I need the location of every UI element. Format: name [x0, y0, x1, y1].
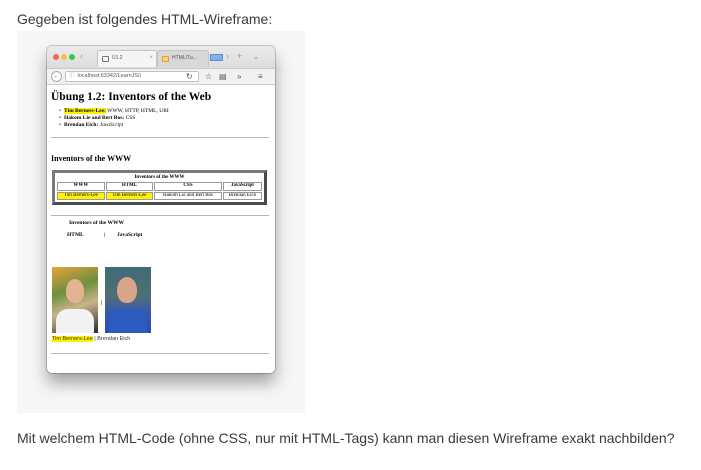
list-item-name: Tim Berners-Lee: — [64, 108, 106, 114]
hamburger-menu-icon[interactable]: ≡ — [258, 71, 263, 82]
table-cell: Tim Berners-Lee — [57, 191, 105, 201]
intro-text: Gegeben ist folgendes HTML-Wireframe: — [17, 11, 273, 27]
gallery-separator: | — [104, 232, 106, 239]
list-item-desc: WWW, HTTP, HTML, URI — [105, 108, 169, 114]
gallery-headings: HTML | JavaScript — [51, 229, 269, 243]
address-text: localhost:63342/LearnJS/i — [77, 73, 141, 79]
tab-menu-icon[interactable]: ⌄ — [252, 50, 260, 62]
table-cell: Brendan Eich — [222, 191, 262, 201]
tab-uebung[interactable]: Ü1.2 × — [97, 50, 157, 67]
list-item: Tim Berners-Lee: WWW, HTTP, HTML, URI — [59, 108, 269, 115]
page-title: Übung 1.2: Inventors of the Web — [51, 91, 212, 103]
info-icon[interactable]: ⓘ — [69, 73, 75, 79]
table-header: WWW — [57, 182, 105, 191]
table-caption: Inventors of the WWW — [134, 175, 185, 181]
table-header: HTML — [105, 182, 154, 191]
caption-brendan-eich: Brendan Eich — [97, 336, 131, 342]
list-item-name: Brendan Eich: — [64, 121, 99, 128]
wireframe-image: ‹ Ü1.2 × HTML/Tu... › + ⌄ ← ⓘ localhost:6… — [17, 31, 305, 413]
bookmark-icon[interactable]: ☆ — [205, 71, 212, 82]
photo-captions: Tim Berners-Lee | Brendan Eich — [52, 336, 130, 343]
close-window-icon[interactable] — [53, 54, 59, 60]
table-header: JavaScript — [222, 182, 262, 191]
inventor-list: Tim Berners-Lee: WWW, HTTP, HTML, URI Ha… — [59, 108, 269, 129]
reload-icon[interactable]: ↻ — [186, 71, 193, 82]
chevron-right-icon[interactable]: › — [226, 50, 229, 62]
list-item: Brendan Eich: JavaScript — [59, 121, 269, 129]
photo-separator: | — [101, 300, 103, 306]
question-text: Mit welchem HTML-Code (ohne CSS, nur mit… — [17, 430, 675, 446]
gallery-heading-html: HTML — [67, 232, 84, 239]
table-header-row: WWW HTML CSS JavaScript — [57, 182, 262, 191]
gallery-title: Inventors of the WWW — [69, 220, 125, 227]
inventor-table: Inventors of the WWW WWW HTML CSS JavaSc… — [52, 170, 267, 206]
photo-tim-berners-lee — [52, 267, 98, 333]
table-row: Tim Berners-Lee Tim Berners-Lee Hakom Li… — [57, 191, 262, 201]
divider — [51, 215, 269, 217]
page-content: Übung 1.2: Inventors of the Web Tim Bern… — [47, 85, 275, 243]
page-icon — [102, 56, 109, 62]
tab-label: HTML/Tu... — [172, 55, 197, 61]
list-item-name: Hakom Lie and Bert Bos: — [64, 114, 125, 121]
zoom-window-icon[interactable] — [69, 54, 75, 60]
minimize-window-icon[interactable] — [61, 54, 67, 60]
caption-tim-berners-lee: Tim Berners-Lee — [52, 336, 93, 342]
divider — [51, 353, 269, 354]
browser-window: ‹ Ü1.2 × HTML/Tu... › + ⌄ ← ⓘ localhost:6… — [47, 46, 275, 373]
tab-label: Ü1.2 — [112, 55, 123, 61]
table-cell: Hakom Lie and Bert Bos — [154, 191, 222, 201]
divider — [51, 137, 269, 139]
tab-close-icon[interactable]: × — [149, 51, 153, 66]
browser-navbar: ← ⓘ localhost:63342/LearnJS/i ↻ ☆ ▤ » ≡ — [47, 69, 275, 85]
tab-html-tutorial[interactable]: HTML/Tu... — [157, 50, 209, 67]
section-heading: Inventors of the WWW — [51, 154, 132, 164]
table-header: CSS — [154, 182, 222, 191]
favicon-icon — [162, 56, 169, 62]
new-tab-icon[interactable]: + — [237, 50, 242, 62]
list-item: Hakom Lie and Bert Bos: CSS — [59, 114, 269, 122]
overflow-icon[interactable]: » — [237, 71, 241, 82]
table-cell: Tim Berners-Lee — [105, 191, 154, 201]
chevron-left-icon[interactable]: ‹ — [80, 50, 83, 62]
tab-preview-icon[interactable] — [210, 54, 223, 61]
photo-brendan-eich — [105, 267, 151, 333]
back-icon[interactable]: ← — [51, 71, 62, 82]
address-bar[interactable]: ⓘ localhost:63342/LearnJS/i — [65, 71, 199, 82]
list-item-desc: CSS — [124, 114, 136, 121]
list-item-desc: JavaScript — [98, 121, 124, 128]
browser-titlebar: ‹ Ü1.2 × HTML/Tu... › + ⌄ — [47, 46, 275, 69]
reader-icon[interactable]: ▤ — [219, 71, 227, 82]
gallery-heading-javascript: JavaScript — [117, 232, 143, 239]
